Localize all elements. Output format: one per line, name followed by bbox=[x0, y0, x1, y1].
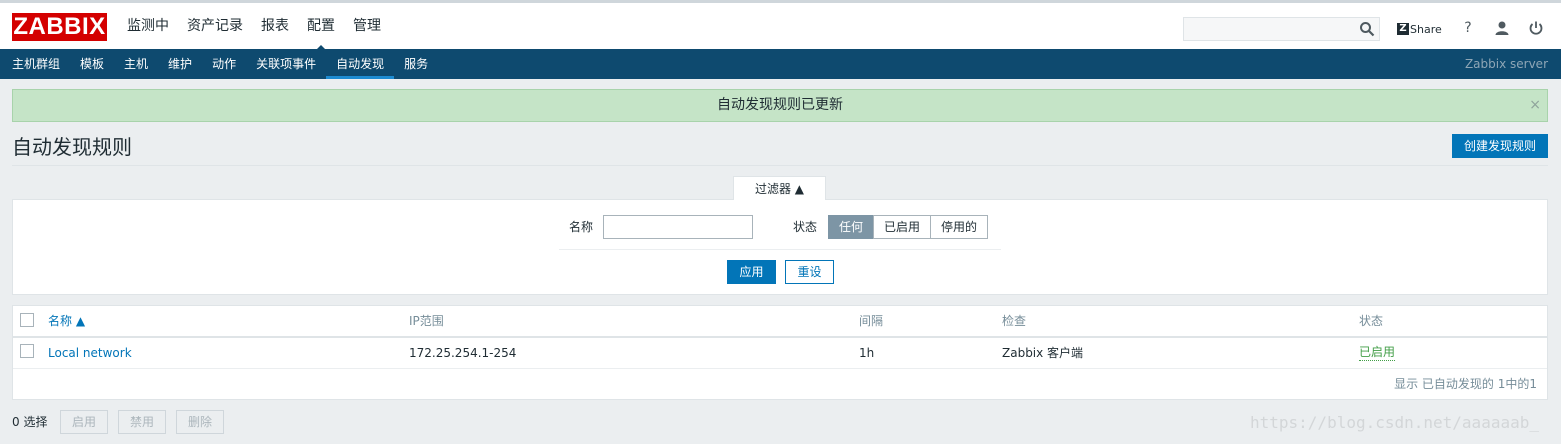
subnav-host-groups[interactable]: 主机群组 bbox=[2, 49, 70, 79]
server-name: Zabbix server bbox=[1464, 57, 1548, 71]
column-header-name[interactable]: 名称 ▲ bbox=[48, 306, 85, 336]
subnav-hosts[interactable]: 主机 bbox=[114, 49, 158, 79]
status-enabled-option[interactable]: 已启用 bbox=[873, 215, 932, 239]
zabbix-share-icon: Z bbox=[1397, 23, 1409, 35]
row-checkbox[interactable] bbox=[20, 344, 34, 358]
main-menu: 监测中 资产记录 报表 配置 管理 bbox=[118, 3, 390, 52]
menu-administration[interactable]: 管理 bbox=[344, 3, 390, 49]
close-icon[interactable]: × bbox=[1529, 90, 1541, 121]
filter-tab[interactable]: 过滤器 ▲ bbox=[733, 176, 826, 200]
sub-navigation: 主机群组 模板 主机 维护 动作 关联项事件 自动发现 服务 Zabbix se… bbox=[0, 49, 1561, 79]
menu-reports[interactable]: 报表 bbox=[252, 3, 298, 49]
row-ip-range: 172.25.254.1-254 bbox=[409, 346, 517, 360]
subnav-event-correlation[interactable]: 关联项事件 bbox=[246, 49, 326, 79]
apply-button[interactable]: 应用 bbox=[727, 260, 776, 284]
column-header-status: 状态 bbox=[1359, 314, 1384, 328]
filter-panel: 名称 状态 任何 已启用 停用的 应用 重设 bbox=[12, 199, 1548, 295]
create-discovery-rule-button[interactable]: 创建发现规则 bbox=[1452, 134, 1548, 158]
menu-inventory[interactable]: 资产记录 bbox=[178, 3, 252, 49]
row-interval: 1h bbox=[859, 346, 875, 360]
subnav-actions[interactable]: 动作 bbox=[202, 49, 246, 79]
watermark-text: https://blog.csdn.net/aaaaaab_ bbox=[1250, 413, 1539, 432]
column-header-ip-range: IP范围 bbox=[409, 314, 444, 328]
search-input[interactable] bbox=[1184, 18, 1358, 40]
power-icon[interactable] bbox=[1528, 20, 1544, 36]
table-footer-info: 显示 已自动发现的 1中的1 bbox=[1394, 377, 1537, 391]
status-any-option[interactable]: 任何 bbox=[828, 215, 875, 239]
status-radio-group: 任何 已启用 停用的 bbox=[828, 215, 989, 239]
row-checks: Zabbix 客户端 bbox=[1002, 346, 1084, 360]
share-button[interactable]: Z Share bbox=[1397, 21, 1442, 37]
delete-button[interactable]: 删除 bbox=[176, 410, 224, 434]
disable-button[interactable]: 禁用 bbox=[118, 410, 166, 434]
subnav-templates[interactable]: 模板 bbox=[70, 49, 114, 79]
subnav-discovery[interactable]: 自动发现 bbox=[326, 49, 395, 79]
success-message: 自动发现规则已更新 × bbox=[12, 89, 1548, 122]
filter-name-label: 名称 bbox=[569, 220, 594, 234]
select-all-checkbox[interactable] bbox=[20, 313, 34, 327]
filter-status-label: 状态 bbox=[793, 220, 818, 234]
discovery-rules-table: 名称 ▲ IP范围 间隔 检查 状态 Local network 172.25.… bbox=[12, 305, 1548, 400]
search-box[interactable] bbox=[1183, 17, 1380, 41]
menu-configuration[interactable]: 配置 bbox=[298, 3, 344, 52]
subnav-services[interactable]: 服务 bbox=[394, 49, 438, 79]
user-icon[interactable] bbox=[1494, 20, 1510, 36]
menu-monitoring[interactable]: 监测中 bbox=[118, 3, 178, 49]
selected-count: 0 选择 bbox=[12, 415, 48, 429]
success-message-text: 自动发现规则已更新 bbox=[717, 97, 843, 113]
row-name-link[interactable]: Local network bbox=[48, 338, 132, 368]
zabbix-logo[interactable]: ZABBIX bbox=[12, 13, 107, 41]
reset-button[interactable]: 重设 bbox=[785, 260, 834, 284]
column-header-interval: 间隔 bbox=[859, 314, 884, 328]
filter-divider bbox=[559, 249, 1001, 250]
top-header: ZABBIX 监测中 资产记录 报表 配置 管理 Z Share ? bbox=[0, 0, 1561, 52]
page-title: 自动发现规则 bbox=[12, 135, 132, 159]
subnav-maintenance[interactable]: 维护 bbox=[158, 49, 202, 79]
status-disabled-option[interactable]: 停用的 bbox=[930, 215, 989, 239]
divider bbox=[12, 165, 1548, 166]
share-label: Share bbox=[1410, 22, 1442, 36]
row-divider bbox=[13, 368, 1547, 369]
search-icon[interactable] bbox=[1359, 21, 1375, 37]
filter-name-input[interactable] bbox=[603, 215, 753, 239]
row-status-toggle[interactable]: 已启用 bbox=[1359, 344, 1396, 361]
help-icon[interactable]: ? bbox=[1460, 20, 1476, 36]
column-header-checks: 检查 bbox=[1002, 314, 1027, 328]
header-divider bbox=[13, 336, 1547, 338]
enable-button[interactable]: 启用 bbox=[60, 410, 108, 434]
